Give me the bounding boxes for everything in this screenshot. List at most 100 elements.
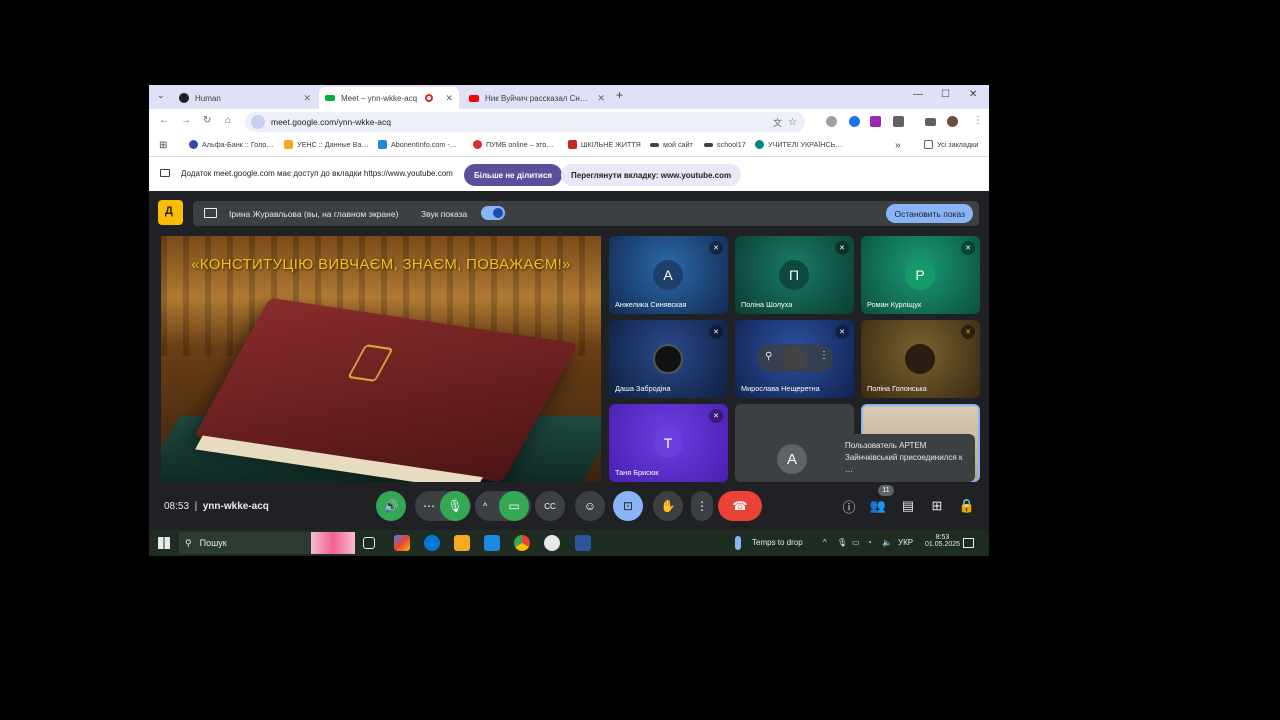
volume-icon[interactable]: 🔈	[882, 538, 892, 547]
bookmark-item[interactable]: УЕНС :: Данные Ва…	[284, 140, 369, 149]
windows-start-icon[interactable]	[158, 537, 170, 549]
tab-title: Ник Вуйчич рассказал Сн…	[485, 93, 588, 103]
menu-kebab-icon[interactable]: ⋮	[973, 115, 983, 126]
bookmark-item[interactable]: school17	[704, 140, 746, 149]
bookmark-item[interactable]: ШКІЛЬНЕ ЖИТТЯ	[568, 140, 641, 149]
screenshot-frame: ⌄ Human ✕ Meet – ynn-wkke-acq ✕ Ник Вуйч…	[149, 85, 989, 556]
close-icon[interactable]: ✕	[445, 93, 453, 104]
home-icon[interactable]: ⌂	[225, 115, 231, 126]
pin-icon[interactable]: ⚲	[765, 351, 772, 362]
activities-icon[interactable]: ⊞	[928, 497, 946, 515]
window-close-icon[interactable]: ✕	[969, 89, 977, 100]
task-view-icon[interactable]	[363, 537, 375, 549]
site-info-icon[interactable]	[251, 115, 265, 129]
mic-button[interactable]: 🎙	[440, 491, 470, 521]
more-bookmarks-icon[interactable]: »	[895, 140, 901, 151]
all-bookmarks-folder[interactable]: Усі закладки	[924, 140, 978, 149]
notifications-icon[interactable]	[963, 538, 974, 548]
extension-globe-icon[interactable]	[826, 116, 837, 127]
present-button[interactable]: ⊡	[613, 491, 643, 521]
file-explorer-icon[interactable]	[454, 535, 470, 551]
bookmark-item[interactable]: Альфа-Банк :: Голо…	[189, 140, 274, 149]
participant-name: Таня Брисюк	[615, 468, 659, 477]
view-tab-button[interactable]: Переглянути вкладку: www.youtube.com	[561, 164, 742, 186]
language-indicator[interactable]: УКР	[898, 538, 913, 547]
captions-button[interactable]: CC	[535, 491, 565, 521]
star-icon[interactable]: ☆	[788, 117, 797, 128]
chat-icon[interactable]: ▤	[899, 497, 917, 515]
tab-youtube[interactable]: Ник Вуйчич рассказал Сн… ✕	[463, 87, 611, 109]
profile-avatar[interactable]	[947, 116, 958, 127]
audio-share-toggle[interactable]	[481, 206, 505, 220]
taskbar-clock[interactable]: 8:53 01.05.2025	[925, 534, 960, 548]
presenter-label: Ірина Журавльова (вы, на главном экране)	[229, 209, 399, 219]
host-controls-icon[interactable]: 🔒	[958, 497, 976, 515]
more-options-icon[interactable]: ⋮	[819, 350, 829, 361]
maximize-icon[interactable]: ☐	[941, 89, 950, 100]
people-icon[interactable]: 👥	[869, 497, 887, 515]
battery-icon[interactable]: ▭	[852, 538, 860, 547]
word-icon[interactable]	[575, 535, 591, 551]
participant-tile[interactable]: ⚲ ⋮ ✕ Мирослава Нещеретна	[735, 320, 854, 398]
tray-mic-icon[interactable]: 🎙	[837, 538, 847, 547]
edge-icon[interactable]	[424, 535, 440, 551]
address-bar[interactable]: meet.google.com/ynn-wkke-acq ⽂ ☆	[245, 112, 805, 132]
info-icon[interactable]: ⓘ	[840, 497, 858, 515]
leave-call-button[interactable]: ☎	[718, 491, 762, 521]
participant-tile[interactable]: Т ✕ Таня Брисюк	[609, 404, 728, 482]
more-options-button[interactable]: ⋮	[691, 491, 713, 521]
tab-search-icon[interactable]: ⌄	[157, 90, 165, 101]
copilot-icon[interactable]	[394, 535, 410, 551]
bookmark-item[interactable]: AbonentInfo.com -…	[378, 140, 457, 149]
close-icon[interactable]: ✕	[597, 93, 605, 104]
recording-icon	[425, 94, 434, 102]
media-controls-icon[interactable]	[925, 118, 936, 126]
join-notification: А Пользователь АРТЕМ Зайнчківський присо…	[753, 434, 975, 482]
tray-chevron-icon[interactable]: ^	[823, 538, 827, 547]
participant-name: Мирослава Нещеретна	[741, 384, 820, 393]
avatar: П	[779, 260, 809, 290]
meeting-code: ynn-wkke-acq	[202, 501, 269, 512]
participant-tile[interactable]: П ✕ Поліна Шолуха	[735, 236, 854, 314]
stop-presenting-button[interactable]: Остановить показ	[886, 204, 973, 223]
back-icon[interactable]: ←	[159, 115, 169, 126]
translate-icon[interactable]: ⽂	[773, 116, 782, 129]
bookmark-item[interactable]: ПУМБ online – это…	[473, 140, 554, 149]
weather-text[interactable]: Temps to drop	[752, 538, 803, 547]
bookmark-item[interactable]: мой сайт	[650, 140, 693, 149]
tab-meet[interactable]: Meet – ynn-wkke-acq ✕	[319, 87, 459, 109]
participant-tile[interactable]: Р ✕ Роман Курліщук	[861, 236, 980, 314]
extension-blue-icon[interactable]	[849, 116, 860, 127]
participant-name: Поліна Голонська	[867, 384, 927, 393]
media-player-icon[interactable]	[544, 535, 560, 551]
participant-tile[interactable]: ✕ Даша Забродіна	[609, 320, 728, 398]
speaker-button[interactable]: 🔊	[376, 491, 406, 521]
extensions-puzzle-icon[interactable]	[893, 116, 904, 127]
notification-text: Пользователь АРТЕМ Зайнчківський присоед…	[845, 441, 963, 474]
minimize-icon[interactable]: —	[913, 89, 923, 100]
participant-name: Поліна Шолуха	[741, 300, 793, 309]
meet-controls: 08:53 | ynn-wkke-acq 🔊 ⋯ 🎙 ^ ▭ CC ☺ ⊡ ✋ …	[149, 483, 989, 529]
tab-human[interactable]: Human ✕	[173, 87, 317, 109]
raise-hand-button[interactable]: ✋	[653, 491, 683, 521]
forward-icon[interactable]: →	[181, 115, 191, 126]
tile-hover-controls: ⚲ ⋮	[757, 344, 833, 372]
close-icon[interactable]: ✕	[303, 93, 311, 104]
camera-button[interactable]: ▭	[499, 491, 529, 521]
taskbar-search[interactable]: ⚲ Пошук	[179, 532, 355, 554]
participant-tile[interactable]: А ✕ Анжелика Синявская	[609, 236, 728, 314]
reload-icon[interactable]: ↻	[203, 115, 211, 126]
apps-grid-icon[interactable]: ⊞	[159, 140, 167, 151]
human-favicon-icon	[179, 93, 189, 103]
store-icon[interactable]	[484, 535, 500, 551]
network-icon[interactable]: ◔	[867, 538, 872, 547]
mic-off-icon: ✕	[709, 325, 723, 339]
extension-b-icon[interactable]	[870, 116, 881, 127]
emoji-button[interactable]: ☺	[575, 491, 605, 521]
chrome-icon[interactable]	[514, 535, 530, 551]
stop-sharing-button[interactable]: Більше не ділитися	[464, 164, 563, 186]
new-tab-icon[interactable]: +	[616, 88, 623, 102]
clock-time: 8:53	[935, 534, 950, 541]
bookmark-item[interactable]: УЧИТЕЛІ УКРАЇНСЬ…	[755, 140, 843, 149]
participant-tile[interactable]: ✕ Поліна Голонська	[861, 320, 980, 398]
